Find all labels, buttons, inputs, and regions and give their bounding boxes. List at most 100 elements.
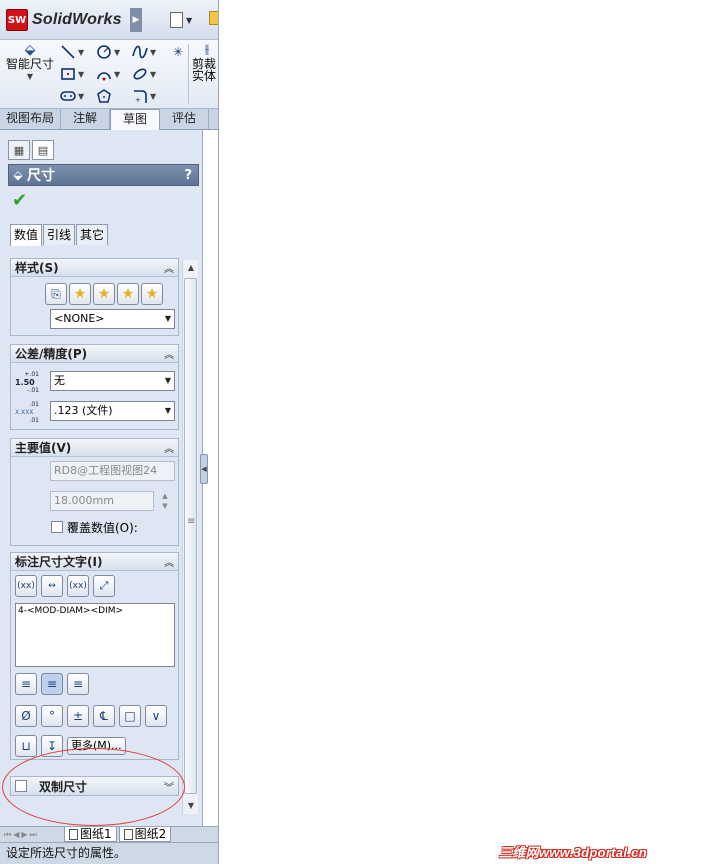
precision-icon: .01 X.XXX .01 xyxy=(15,401,39,425)
property-manager-icon: ▤ xyxy=(37,143,49,157)
line-tool[interactable]: ▼ xyxy=(60,42,88,62)
spline-tool[interactable]: ▼ xyxy=(132,42,160,62)
tab-other[interactable]: 其它 xyxy=(76,224,109,245)
slot-tool[interactable]: ▼ xyxy=(60,86,88,106)
tab-leader[interactable]: 引线 xyxy=(43,224,76,245)
save-style-button[interactable]: ★ xyxy=(117,283,139,305)
add-parentheses-button[interactable]: (xx) xyxy=(15,575,37,597)
add-style-button[interactable]: ★ xyxy=(69,283,91,305)
fillet-tool[interactable]: + ▼ xyxy=(132,86,160,106)
slot-icon xyxy=(60,88,76,104)
tolerance-precision-group: 公差/精度(P) ︽ +.01 1.50 -.01 无 ▼ .01 X.XXX … xyxy=(10,344,179,430)
apply-default-style-button[interactable]: ⎘ xyxy=(45,283,67,305)
tab-value[interactable]: 数值 xyxy=(10,224,43,246)
next-sheet-icon[interactable]: ▶ xyxy=(21,830,27,839)
menu-expand-arrow-icon[interactable]: ▶ xyxy=(130,8,142,32)
more-symbols-button[interactable]: ∨ xyxy=(145,705,167,727)
override-value-checkbox[interactable] xyxy=(51,521,63,533)
vertical-scrollbar[interactable]: ▲ ≡ ▼ xyxy=(182,260,198,814)
style-dropdown[interactable]: <NONE> ▼ xyxy=(50,309,175,329)
sheet-tab-2[interactable]: 图纸2 xyxy=(118,827,172,842)
first-sheet-icon[interactable]: ⏮ xyxy=(4,830,11,840)
panel-collapse-handle[interactable]: ◀ xyxy=(200,454,208,484)
dimension-text-group-header[interactable]: 标注尺寸文字(I) ︽ xyxy=(11,553,178,571)
align-right-icon: ≡ xyxy=(72,677,84,691)
add-style-star-icon: ★ xyxy=(73,286,87,302)
centerline-symbol-button[interactable]: ℄ xyxy=(93,705,115,727)
dimension-text-group-title: 标注尺寸文字(I) xyxy=(15,555,103,569)
polygon-tool[interactable] xyxy=(96,86,116,106)
prev-sheet-icon[interactable]: ◀ xyxy=(13,830,19,839)
spin-down-icon[interactable]: ▼ xyxy=(159,501,171,511)
tab-annotation[interactable]: 注解 xyxy=(61,109,111,129)
app-name: SolidWorks xyxy=(32,11,122,28)
tab-view-layout[interactable]: 视图布局 xyxy=(0,109,62,129)
spin-up-icon[interactable]: ▲ xyxy=(159,491,171,501)
property-manager-tab[interactable]: ▤ xyxy=(32,140,54,160)
watermark: 三维网www.3dportal.cn xyxy=(499,845,647,860)
collapse-icon[interactable]: ︽ xyxy=(164,440,174,455)
point-tool[interactable]: ✳ xyxy=(170,42,186,62)
collapse-icon[interactable]: ︽ xyxy=(164,346,174,361)
new-document-icon xyxy=(170,12,183,28)
scroll-down-icon[interactable]: ▼ xyxy=(183,798,199,814)
value-spinner[interactable]: ▲ ▼ xyxy=(159,491,171,511)
rectangle-icon xyxy=(60,66,76,82)
feature-tree-tab[interactable]: ▦ xyxy=(8,140,30,160)
collapse-icon[interactable]: ︽ xyxy=(164,554,174,569)
open-folder-icon[interactable] xyxy=(209,11,218,25)
help-button[interactable]: ? xyxy=(184,168,192,183)
tolerance-group-header[interactable]: 公差/精度(P) ︽ xyxy=(11,345,178,363)
ok-check-icon[interactable]: ✔ xyxy=(12,190,27,211)
smart-dimension-button[interactable]: ⬙ 智能尺寸 ▼ xyxy=(4,42,56,106)
ribbon-separator xyxy=(188,44,189,104)
style-group-header[interactable]: 样式(S) ︽ xyxy=(11,259,178,277)
center-dimension-button[interactable]: ↔ xyxy=(41,575,63,597)
sheet-tab-1[interactable]: 图纸1 xyxy=(64,827,117,842)
dimension-text-area[interactable]: 4-<MOD-DIAM><DIM> xyxy=(15,603,175,667)
solidworks-logo[interactable]: SW SolidWorks xyxy=(6,8,122,32)
rectangle-tool[interactable]: ▼ xyxy=(60,64,88,84)
default-style-icon: ⎘ xyxy=(51,286,61,301)
circle-tool[interactable]: ▼ xyxy=(96,42,124,62)
trim-entities-button[interactable]: ⫲ 剪裁实体 xyxy=(192,42,218,106)
tolerance-icon-lower: -.01 xyxy=(27,387,39,394)
diameter-symbol-button[interactable]: Ø xyxy=(15,705,37,727)
align-center-button[interactable]: ≡ xyxy=(41,673,63,695)
tab-sketch[interactable]: 草图 xyxy=(110,109,161,130)
ellipse-tool[interactable]: ▼ xyxy=(132,64,160,84)
sheet-navigation[interactable]: ⏮ ◀ ▶ ⏭ xyxy=(0,828,64,842)
tab-evaluate[interactable]: 评估 xyxy=(160,109,210,129)
center-dimension-icon: ↔ xyxy=(48,581,56,591)
status-bar: 设定所选尺寸的属性。 xyxy=(0,842,218,864)
align-left-button[interactable]: ≡ xyxy=(15,673,37,695)
new-document-button[interactable]: ▼ xyxy=(170,10,206,30)
arc-tool[interactable]: ▼ xyxy=(96,64,124,84)
delete-style-button[interactable]: ★ xyxy=(93,283,115,305)
dimension-name-value: RD8@工程图视图24 xyxy=(54,464,158,477)
chevron-down-icon: ▼ xyxy=(114,69,121,79)
primary-value-group-header[interactable]: 主要值(V) ︽ xyxy=(11,439,178,457)
title-bar: SW SolidWorks ▶ ▼ xyxy=(0,0,218,40)
inspection-dimension-button[interactable]: (xx) xyxy=(67,575,89,597)
scroll-thumb[interactable] xyxy=(184,278,197,794)
ellipse-icon xyxy=(132,66,148,82)
command-manager-tabs: 视图布局 注解 草图 评估 xyxy=(0,109,218,130)
scroll-up-icon[interactable]: ▲ xyxy=(183,260,199,276)
offset-text-button[interactable]: ⤢ xyxy=(93,575,115,597)
last-sheet-icon[interactable]: ⏭ xyxy=(30,830,37,840)
counterbore-symbol-button[interactable]: ⊔ xyxy=(15,735,37,757)
dimension-value-field[interactable]: 18.000mm xyxy=(50,491,154,511)
degree-symbol-button[interactable]: ° xyxy=(41,705,63,727)
precision-dropdown[interactable]: .123 (文件) ▼ xyxy=(50,401,175,421)
dimension-name-field[interactable]: RD8@工程图视图24 xyxy=(50,461,175,481)
collapse-icon[interactable]: ︽ xyxy=(164,260,174,275)
align-right-button[interactable]: ≡ xyxy=(67,673,89,695)
tolerance-type-dropdown[interactable]: 无 ▼ xyxy=(50,371,175,391)
square-symbol-button[interactable]: □ xyxy=(119,705,141,727)
load-style-star-icon: ★ xyxy=(145,286,159,302)
primary-value-group-title: 主要值(V) xyxy=(15,441,72,455)
plus-minus-symbol-button[interactable]: ± xyxy=(67,705,89,727)
load-style-button[interactable]: ★ xyxy=(141,283,163,305)
degree-icon: ° xyxy=(49,709,55,723)
